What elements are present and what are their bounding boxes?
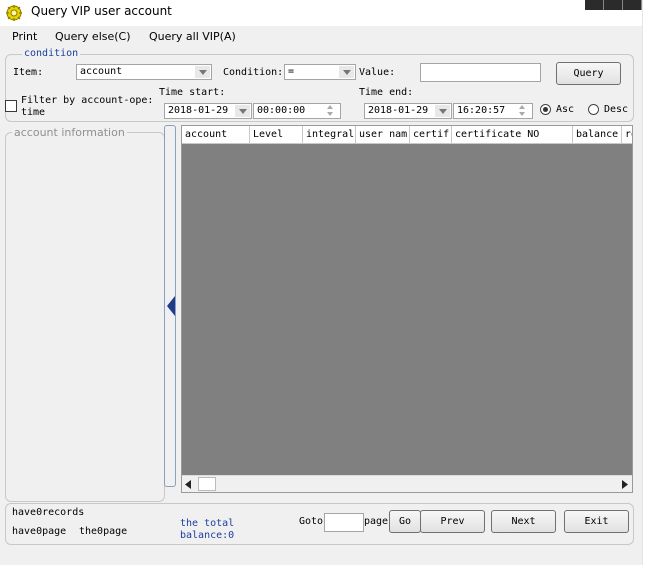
records-count: have0records xyxy=(12,507,85,518)
start-time-field[interactable]: 00:00:00 xyxy=(253,103,341,119)
goto-label: Goto xyxy=(299,516,324,527)
item-label: Item: xyxy=(13,67,44,78)
item-select[interactable]: account xyxy=(76,64,212,80)
background-strip xyxy=(642,0,654,565)
results-grid[interactable]: account Level integral user nam certif c… xyxy=(181,125,633,493)
start-date-value: 2018-01-29 xyxy=(168,105,229,116)
page-count: have0page xyxy=(12,526,67,537)
column-header-certificate-no[interactable]: certificate NO xyxy=(452,126,573,143)
time-end-label: Time end: xyxy=(359,87,414,98)
column-header-balance[interactable]: balance xyxy=(573,126,622,143)
chevron-down-icon xyxy=(235,105,250,117)
grid-header: account Level integral user nam certif c… xyxy=(182,126,632,144)
column-header-certificate-type[interactable]: certif xyxy=(410,126,452,143)
account-info-group xyxy=(5,132,165,502)
account-info-legend: account information xyxy=(12,126,127,139)
chevron-down-icon xyxy=(195,66,210,78)
maximize-button[interactable] xyxy=(604,0,623,10)
chevron-down-icon xyxy=(435,105,450,117)
condition-select-value: = xyxy=(288,66,295,77)
asc-label: Asc xyxy=(556,104,575,115)
app-gear-icon xyxy=(6,5,22,21)
panel-splitter[interactable] xyxy=(164,125,176,487)
scroll-thumb[interactable] xyxy=(198,477,216,491)
start-time-value: 00:00:00 xyxy=(257,105,306,116)
value-label: Value: xyxy=(359,67,396,78)
column-header-level[interactable]: Level xyxy=(250,126,303,143)
value-input[interactable] xyxy=(420,63,541,82)
current-page: the0page xyxy=(79,526,128,537)
filter-label-line1: Filter by account-ope: xyxy=(21,95,154,106)
title-bar: Query VIP user account xyxy=(0,0,642,26)
menu-query-all-vip[interactable]: Query all VIP(A) xyxy=(149,30,236,43)
menu-bar: Print Query else(C) Query all VIP(A) xyxy=(0,27,642,47)
next-button[interactable]: Next xyxy=(491,510,556,533)
page-label: page xyxy=(364,516,389,527)
condition-label: Condition: xyxy=(223,67,284,78)
window-title: Query VIP user account xyxy=(31,4,172,18)
column-header-user-name[interactable]: user nam xyxy=(356,126,410,143)
end-date-value: 2018-01-29 xyxy=(368,105,429,116)
go-button[interactable]: Go xyxy=(389,510,421,533)
desc-radio[interactable] xyxy=(588,104,599,115)
start-date-picker[interactable]: 2018-01-29 xyxy=(164,103,252,119)
scroll-right-icon[interactable] xyxy=(622,480,628,489)
item-select-value: account xyxy=(80,66,123,77)
horizontal-scrollbar[interactable] xyxy=(182,475,632,492)
query-button[interactable]: Query xyxy=(556,62,621,85)
end-time-value: 16:20:57 xyxy=(457,105,506,116)
spinner-icon[interactable] xyxy=(323,103,339,119)
filter-checkbox[interactable] xyxy=(5,100,17,112)
desc-label: Desc xyxy=(604,104,629,115)
total-balance: balance:0 xyxy=(180,530,235,541)
asc-radio[interactable] xyxy=(540,104,551,115)
column-header-re[interactable]: re xyxy=(622,126,632,143)
end-time-field[interactable]: 16:20:57 xyxy=(453,103,533,119)
column-header-integral[interactable]: integral xyxy=(303,126,356,143)
exit-button[interactable]: Exit xyxy=(564,510,629,533)
end-date-picker[interactable]: 2018-01-29 xyxy=(364,103,452,119)
total-label: the total xyxy=(180,518,235,529)
scroll-left-icon[interactable] xyxy=(185,480,191,489)
goto-page-input[interactable] xyxy=(324,513,364,532)
window-controls xyxy=(585,0,642,10)
condition-legend: condition xyxy=(22,48,81,59)
condition-select[interactable]: = xyxy=(284,64,356,80)
menu-query-else[interactable]: Query else(C) xyxy=(55,30,131,43)
prev-button[interactable]: Prev xyxy=(420,510,485,533)
menu-print[interactable]: Print xyxy=(12,30,37,43)
spinner-icon[interactable] xyxy=(515,103,531,119)
minimize-button[interactable] xyxy=(585,0,604,10)
chevron-down-icon xyxy=(339,66,354,78)
time-start-label: Time start: xyxy=(159,87,226,98)
filter-label-line2: time xyxy=(21,107,46,118)
column-header-account[interactable]: account xyxy=(182,126,250,143)
collapse-left-icon[interactable] xyxy=(167,296,175,316)
close-button[interactable] xyxy=(623,0,642,10)
